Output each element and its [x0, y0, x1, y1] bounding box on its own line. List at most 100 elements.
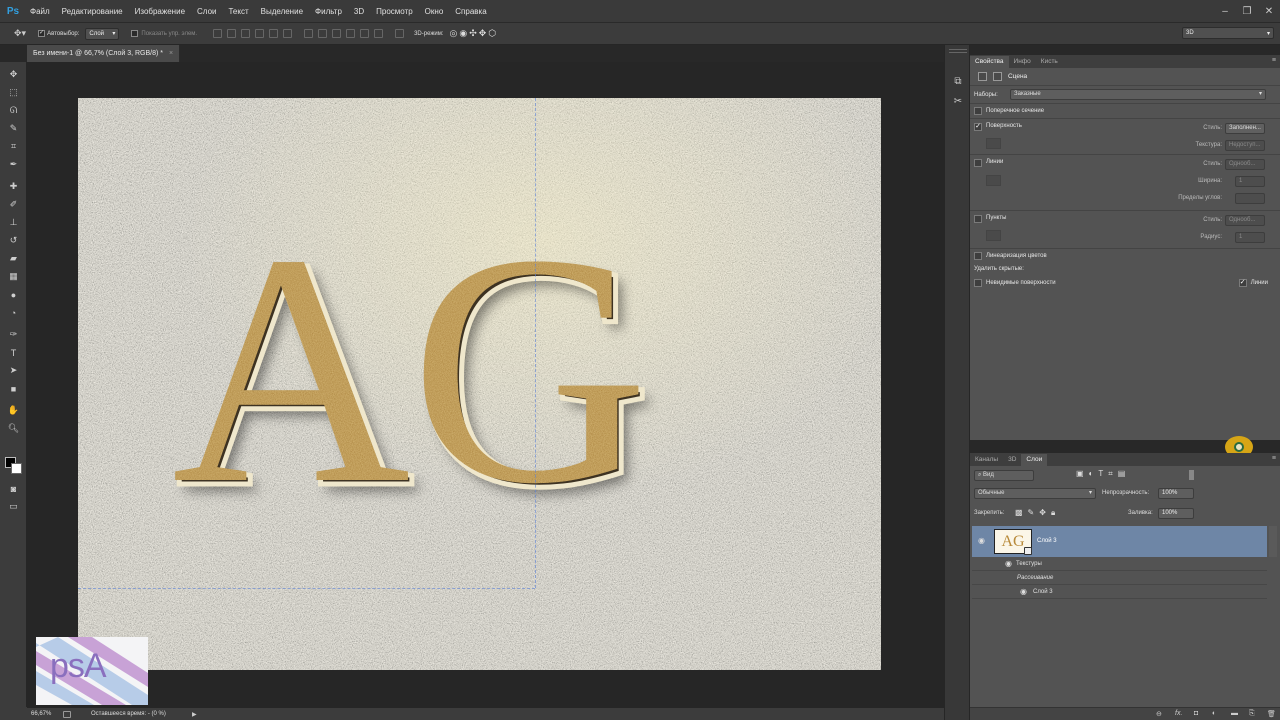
tab-info[interactable]: Инфо — [1009, 56, 1036, 68]
close-icon[interactable]: × — [169, 50, 173, 57]
opacity-input[interactable]: 100% — [1158, 488, 1194, 499]
blend-mode-dropdown[interactable]: Обычные ▾ — [974, 488, 1096, 499]
close-icon[interactable]: ✕ — [1258, 0, 1280, 23]
background-color-swatch[interactable] — [11, 463, 22, 474]
eraser-tool-icon[interactable]: ▰ — [6, 252, 21, 265]
align-right-icon[interactable] — [283, 29, 293, 38]
add-mask-icon[interactable]: ◘ — [1194, 710, 1198, 717]
lock-icons[interactable]: ▩✎✥🔒︎ — [1015, 508, 1060, 518]
tab-3d[interactable]: 3D — [1003, 454, 1021, 466]
radius-input[interactable]: 1 — [1235, 232, 1265, 243]
menu-window[interactable]: Окно — [419, 0, 450, 23]
hidden-lines-checkbox[interactable]: ✓ — [1238, 278, 1247, 287]
move-tool-icon[interactable]: ✥ — [6, 68, 21, 81]
linearize-checkbox[interactable] — [974, 252, 982, 260]
tab-properties[interactable]: Свойства — [970, 56, 1009, 68]
link-layers-icon[interactable]: ⊖ — [1156, 710, 1162, 718]
quick-mask-icon[interactable]: ◙ — [6, 482, 21, 495]
menu-select[interactable]: Выделение — [255, 0, 309, 23]
filter-toggle[interactable] — [1189, 470, 1194, 480]
eyedropper-tool-icon[interactable]: ✒ — [6, 158, 21, 171]
path-select-tool-icon[interactable]: ➤ — [6, 364, 21, 377]
distribute-vcenter-icon[interactable] — [318, 29, 328, 38]
scene-icon[interactable] — [978, 72, 987, 81]
document-canvas[interactable]: AG AG AG — [78, 98, 881, 670]
new-layer-icon[interactable]: ⎘ — [1249, 710, 1255, 718]
delete-layer-icon[interactable]: 🗑︎ — [1267, 710, 1276, 718]
cross-section-checkbox[interactable] — [974, 107, 982, 115]
hand-tool-icon[interactable]: ✋ — [6, 404, 21, 417]
fill-input[interactable]: 100% — [1158, 508, 1194, 519]
tab-brush[interactable]: Кисть — [1036, 56, 1063, 68]
filter-dropdown[interactable]: ⌕ Вид — [974, 470, 1034, 481]
menu-view[interactable]: Просмотр — [370, 0, 419, 23]
minimize-icon[interactable]: – — [1214, 0, 1236, 23]
eye-icon[interactable]: ◉ — [1020, 588, 1030, 596]
textures-row[interactable]: ◉ Текстуры — [972, 558, 1267, 571]
blur-tool-icon[interactable]: ● — [6, 288, 21, 301]
layer-name[interactable]: Слой 3 — [1037, 538, 1057, 544]
menu-image[interactable]: Изображение — [129, 0, 191, 23]
menu-edit[interactable]: Редактирование — [56, 0, 129, 23]
surface-style-dropdown[interactable]: Заполнен... — [1225, 123, 1265, 134]
autoselect-checkbox[interactable]: ✓ — [38, 30, 46, 37]
history-icon[interactable]: ⧉ — [951, 75, 965, 87]
workspace-dropdown[interactable]: 3D ▾ — [1182, 27, 1274, 39]
camera-icon[interactable] — [993, 72, 1002, 81]
align-top-icon[interactable] — [213, 29, 223, 38]
hidden-surfaces-checkbox[interactable] — [974, 278, 982, 287]
adjustment-layer-icon[interactable]: ◐ — [1212, 710, 1216, 717]
eye-icon[interactable]: ◉ — [1005, 560, 1015, 568]
history-brush-tool-icon[interactable]: ↺ — [6, 234, 21, 247]
menu-3d[interactable]: 3D — [348, 0, 370, 23]
lines-color-swatch[interactable] — [986, 175, 1001, 186]
lines-style-dropdown[interactable]: Однооб... — [1225, 159, 1265, 170]
quick-select-tool-icon[interactable]: ✎ — [6, 122, 21, 135]
distribute-hcenter-icon[interactable] — [360, 29, 370, 38]
zoom-level[interactable]: 66,67% — [31, 711, 51, 717]
menu-layer[interactable]: Слои — [191, 0, 222, 23]
points-style-dropdown[interactable]: Однооб... — [1225, 215, 1265, 226]
eye-icon[interactable]: ◉ — [978, 537, 988, 545]
diffuse-row[interactable]: Рассеивание — [972, 572, 1267, 585]
tab-layers[interactable]: Слои — [1021, 454, 1048, 466]
autoselect-dropdown[interactable]: Слой ▾ — [85, 27, 120, 40]
surface-checkbox[interactable]: ✓ — [974, 123, 982, 131]
3d-orbit-icons[interactable]: ◎◉✣✥⬡ — [450, 28, 499, 39]
menu-filter[interactable]: Фильтр — [309, 0, 348, 23]
distribute-right-icon[interactable] — [374, 29, 384, 38]
auto-align-icon[interactable] — [395, 29, 405, 38]
tools-presets-icon[interactable]: ✂ — [951, 95, 965, 107]
surface-color-swatch[interactable] — [986, 138, 1001, 149]
sublayer-row[interactable]: ◉ Слой 3 — [972, 586, 1267, 599]
document-tab[interactable]: Без имени-1 @ 66,7% (Слой 3, RGB/8) * × — [27, 45, 181, 62]
menu-file[interactable]: Файл — [24, 0, 56, 23]
distribute-top-icon[interactable] — [304, 29, 314, 38]
lines-checkbox[interactable] — [974, 159, 982, 167]
healing-brush-tool-icon[interactable]: ✚ — [6, 180, 21, 193]
presets-dropdown[interactable]: Заказные ▾ — [1010, 89, 1266, 100]
export-icon[interactable] — [63, 711, 71, 718]
layer-row-selected[interactable]: ◉ AG Слой 3 — [972, 526, 1277, 557]
align-left-icon[interactable] — [255, 29, 265, 38]
move-tool-icon[interactable]: ✥▾ — [14, 28, 26, 39]
zoom-tool-icon[interactable]: 🔍︎ — [6, 422, 21, 435]
type-tool-icon[interactable]: T — [6, 346, 21, 359]
clone-stamp-tool-icon[interactable]: ⊥ — [6, 216, 21, 229]
restore-icon[interactable]: ❐ — [1236, 0, 1258, 23]
distribute-bottom-icon[interactable] — [332, 29, 342, 38]
filter-type-icons[interactable]: ▣◐T⌗▤ — [1076, 469, 1130, 479]
points-checkbox[interactable] — [974, 215, 982, 223]
gradient-tool-icon[interactable]: ▦ — [6, 270, 21, 283]
menu-type[interactable]: Текст — [222, 0, 254, 23]
crop-tool-icon[interactable]: ⌗ — [6, 140, 21, 153]
texture-dropdown[interactable]: Недоступ... — [1225, 140, 1265, 151]
color-swatches[interactable] — [5, 457, 23, 475]
fx-icon[interactable]: fx. — [1175, 710, 1182, 717]
dock-grip[interactable] — [949, 49, 967, 53]
panel-menu-icon[interactable]: ≡ — [1272, 455, 1276, 462]
menu-help[interactable]: Справка — [449, 0, 492, 23]
align-hcenter-icon[interactable] — [269, 29, 279, 38]
shape-tool-icon[interactable]: ■ — [6, 382, 21, 395]
align-bottom-icon[interactable] — [241, 29, 251, 38]
